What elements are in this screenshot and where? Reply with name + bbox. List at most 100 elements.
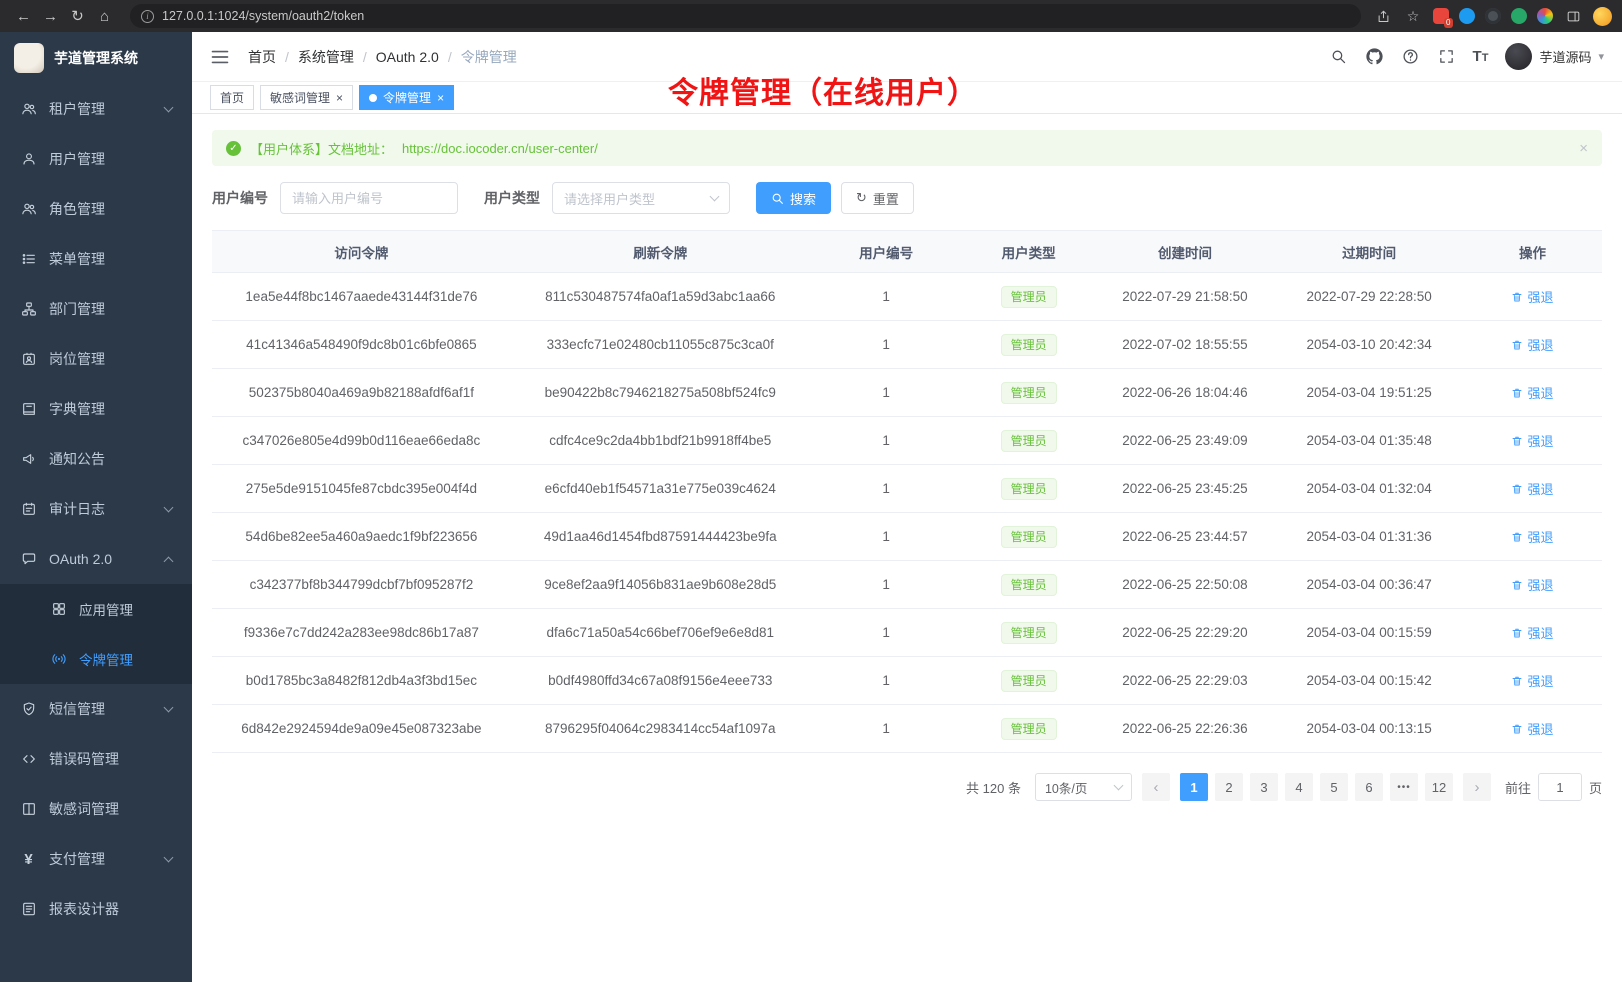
prev-page-button[interactable]: ‹ (1142, 773, 1170, 801)
bookmark-star-icon[interactable]: ☆ (1403, 6, 1423, 26)
page-buttons: 1 2 3 4 5 6 ••• 12 (1180, 773, 1453, 801)
force-logout-button[interactable]: 强退 (1511, 671, 1553, 690)
extension-icon-green[interactable] (1511, 8, 1527, 24)
goto-page-input[interactable] (1538, 773, 1582, 801)
sidebar-item-tenant[interactable]: 租户管理 (0, 84, 192, 134)
sidebar-item-report-designer[interactable]: 报表设计器 (0, 884, 192, 934)
force-logout-label: 强退 (1527, 623, 1553, 642)
sidebar-item-audit-log[interactable]: 审计日志 (0, 484, 192, 534)
page-button-12[interactable]: 12 (1425, 773, 1453, 801)
refresh-token-cell: 49d1aa46d1454fbd87591444423be9fa (511, 513, 810, 561)
user-id-input[interactable] (280, 182, 458, 214)
url-text: 127.0.0.1:1024/system/oauth2/token (162, 9, 364, 23)
sidebar-item-role[interactable]: 角色管理 (0, 184, 192, 234)
github-icon[interactable] (1365, 47, 1384, 66)
refresh-icon: ↻ (856, 190, 867, 206)
url-bar[interactable]: i 127.0.0.1:1024/system/oauth2/token (130, 4, 1361, 28)
pagination: 共 120 条 10条/页 ‹ 1 2 3 4 5 6 ••• 12 › (212, 773, 1602, 801)
share-icon[interactable] (1373, 6, 1393, 26)
user-menu[interactable]: 芋道源码 ▾ (1505, 43, 1604, 70)
search-button[interactable]: 搜索 (756, 182, 831, 214)
access-token-cell: c347026e805e4d99b0d116eae66eda8c (212, 417, 511, 465)
page-button-1[interactable]: 1 (1180, 773, 1208, 801)
breadcrumb-item-oauth[interactable]: OAuth 2.0 (376, 49, 439, 65)
page-button-6[interactable]: 6 (1355, 773, 1383, 801)
col-access-token: 访问令牌 (212, 231, 511, 273)
doc-link[interactable]: https://doc.iocoder.cn/user-center/ (402, 141, 598, 156)
sidebar-item-user[interactable]: 用户管理 (0, 134, 192, 184)
breadcrumb-item-home[interactable]: 首页 (248, 47, 276, 67)
sidebar-item-sensitive-word[interactable]: 敏感词管理 (0, 784, 192, 834)
extension-icon-blue[interactable] (1459, 8, 1475, 24)
page-button-5[interactable]: 5 (1320, 773, 1348, 801)
chevron-down-icon (1114, 780, 1124, 790)
next-page-button[interactable]: › (1463, 773, 1491, 801)
sidebar-item-sms[interactable]: 短信管理 (0, 684, 192, 734)
force-logout-button[interactable]: 强退 (1511, 335, 1553, 354)
force-logout-button[interactable]: 强退 (1511, 383, 1553, 402)
home-button[interactable]: ⌂ (91, 4, 118, 28)
close-icon[interactable]: × (437, 92, 444, 104)
force-logout-button[interactable]: 强退 (1511, 623, 1553, 642)
force-logout-button[interactable]: 强退 (1511, 527, 1553, 546)
forward-button[interactable]: → (37, 4, 64, 28)
sidebar-item-payment[interactable]: ¥ 支付管理 (0, 834, 192, 884)
page-button-4[interactable]: 4 (1285, 773, 1313, 801)
force-logout-label: 强退 (1527, 527, 1553, 546)
app-logo[interactable]: 芋道管理系统 (0, 32, 192, 84)
sidebar-item-oauth[interactable]: OAuth 2.0 (0, 534, 192, 584)
reset-button[interactable]: ↻ 重置 (841, 182, 914, 214)
table-row: 54d6be82ee5a460a9aedc1f9bf223656 49d1aa4… (212, 513, 1602, 561)
force-logout-button[interactable]: 强退 (1511, 719, 1553, 738)
font-size-icon[interactable]: TT (1473, 48, 1489, 65)
expire-time-cell: 2054-03-04 01:31:36 (1275, 513, 1463, 561)
sidebar-item-menu[interactable]: 菜单管理 (0, 234, 192, 284)
fullscreen-icon[interactable] (1437, 47, 1456, 66)
extension-icon-colorful[interactable] (1537, 8, 1553, 24)
force-logout-button[interactable]: 强退 (1511, 575, 1553, 594)
browser-toolbar: ← → ↻ ⌂ i 127.0.0.1:1024/system/oauth2/t… (0, 0, 1622, 32)
search-icon[interactable] (1329, 47, 1348, 66)
user-type-select[interactable]: 请选择用户类型 (552, 182, 730, 214)
user-type-badge: 管理员 (1001, 526, 1057, 548)
sidebar-item-post[interactable]: 岗位管理 (0, 334, 192, 384)
sidebar-item-dept[interactable]: 部门管理 (0, 284, 192, 334)
expire-time-cell: 2054-03-10 20:42:34 (1275, 321, 1463, 369)
page-button-2[interactable]: 2 (1215, 773, 1243, 801)
table-row: 1ea5e44f8bc1467aaede43144f31de76 811c530… (212, 273, 1602, 321)
side-panel-icon[interactable] (1563, 6, 1583, 26)
access-token-cell: b0d1785bc3a8482f812db4a3f3bd15ec (212, 657, 511, 705)
help-icon[interactable] (1401, 47, 1420, 66)
page-content: ✓ 【用户体系】文档地址： https://doc.iocoder.cn/use… (192, 114, 1622, 982)
sidebar-item-error-code[interactable]: 错误码管理 (0, 734, 192, 784)
close-icon[interactable]: × (1579, 140, 1588, 157)
sidebar-item-oauth-token[interactable]: 令牌管理 (0, 634, 192, 684)
tab-token[interactable]: 令牌管理 × (359, 85, 454, 110)
profile-avatar[interactable] (1593, 7, 1612, 26)
page-button-3[interactable]: 3 (1250, 773, 1278, 801)
tab-home[interactable]: 首页 (210, 85, 254, 110)
refresh-button[interactable]: ↻ (64, 4, 91, 28)
force-logout-button[interactable]: 强退 (1511, 287, 1553, 306)
sidebar-collapse-icon[interactable] (210, 47, 230, 67)
force-logout-button[interactable]: 强退 (1511, 431, 1553, 450)
breadcrumb-item-system[interactable]: 系统管理 (298, 47, 354, 67)
close-icon[interactable]: × (336, 92, 343, 104)
site-info-icon[interactable]: i (141, 10, 154, 23)
expire-time-cell: 2054-03-04 00:15:59 (1275, 609, 1463, 657)
sidebar-item-dict[interactable]: 字典管理 (0, 384, 192, 434)
extension-icon-dark[interactable] (1485, 8, 1501, 24)
sidebar-item-oauth-app[interactable]: 应用管理 (0, 584, 192, 634)
force-logout-label: 强退 (1527, 719, 1553, 738)
create-time-cell: 2022-06-25 23:49:09 (1095, 417, 1276, 465)
more-pages-button[interactable]: ••• (1390, 773, 1418, 801)
back-button[interactable]: ← (10, 4, 37, 28)
force-logout-button[interactable]: 强退 (1511, 479, 1553, 498)
sidebar-item-notice[interactable]: 通知公告 (0, 434, 192, 484)
tab-sensitive-word[interactable]: 敏感词管理 × (260, 85, 353, 110)
create-time-cell: 2022-06-25 22:26:36 (1095, 705, 1276, 753)
access-token-cell: 502375b8040a469a9b82188afdf6af1f (212, 369, 511, 417)
expire-time-cell: 2054-03-04 00:15:42 (1275, 657, 1463, 705)
page-size-select[interactable]: 10条/页 (1035, 773, 1132, 801)
extension-icon-red[interactable]: 0 (1433, 8, 1449, 24)
